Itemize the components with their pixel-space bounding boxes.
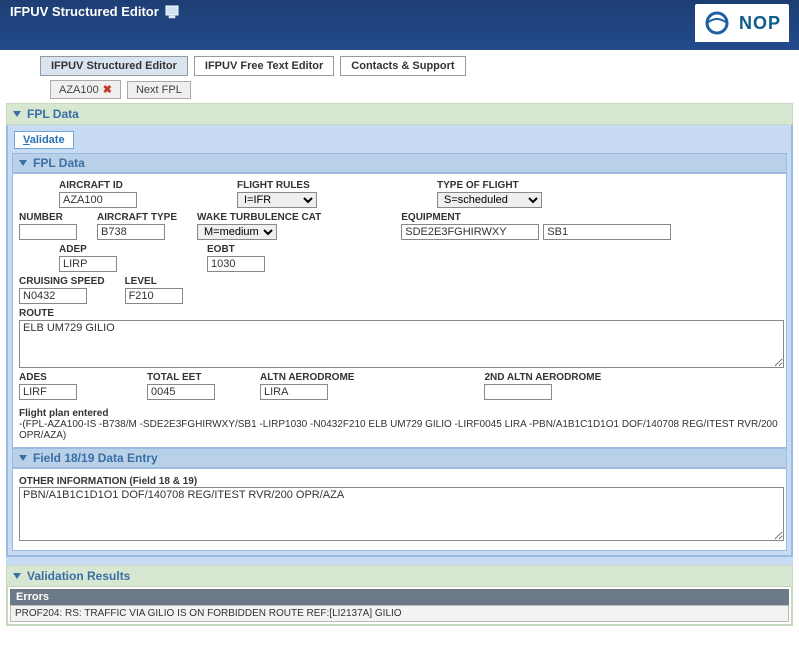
label-equipment: EQUIPMENT <box>401 212 671 223</box>
app-title: IFPUV Structured Editor <box>10 4 159 19</box>
input-total-eet[interactable] <box>147 384 215 400</box>
field-altn2: 2ND ALTN AERODROME <box>484 372 601 400</box>
brand-text: NOP <box>739 13 781 34</box>
error-row: PROF204: RS: TRAFFIC VIA GILIO IS ON FOR… <box>10 605 789 622</box>
field-ades: ADES <box>19 372 77 400</box>
close-icon[interactable]: ✖ <box>103 83 112 96</box>
input-number[interactable] <box>19 224 77 240</box>
input-equipment-b[interactable] <box>543 224 671 240</box>
tab-flightplan-aza100[interactable]: AZA100 ✖ <box>50 80 121 99</box>
label-ades: ADES <box>19 372 77 383</box>
input-altn2[interactable] <box>484 384 552 400</box>
validate-button[interactable]: Validate <box>14 131 74 149</box>
select-wake[interactable]: M=medium <box>197 224 277 240</box>
brand-logo-icon <box>703 9 731 37</box>
collapse-icon <box>13 111 21 117</box>
input-aircraft-type[interactable] <box>97 224 165 240</box>
collapse-icon <box>13 573 21 579</box>
label-adep: ADEP <box>59 244 117 255</box>
field-total-eet: TOTAL EET <box>147 372 215 400</box>
errors-header: Errors <box>10 589 789 605</box>
input-cruising-speed[interactable] <box>19 288 87 304</box>
tab-flightplan-label: AZA100 <box>59 84 99 96</box>
label-eobt: EOBT <box>207 244 265 255</box>
input-equipment-a[interactable] <box>401 224 539 240</box>
collapse-icon <box>19 160 27 166</box>
input-altn[interactable] <box>260 384 328 400</box>
validate-rest: alidate <box>30 134 65 146</box>
input-eobt[interactable] <box>207 256 265 272</box>
field18-body: OTHER INFORMATION (Field 18 & 19) <box>12 468 787 551</box>
section-title: FPL Data <box>27 107 79 121</box>
validation-header[interactable]: Validation Results <box>6 565 793 587</box>
primary-tab-row: IFPUV Structured Editor IFPUV Free Text … <box>0 50 799 78</box>
label-altn2: 2ND ALTN AERODROME <box>484 372 601 383</box>
flight-plan-entered-text: -(FPL-AZA100-IS -B738/M -SDE2E3FGHIRWXY/… <box>19 419 780 441</box>
field-flight-rules: FLIGHT RULES I=IFR <box>237 180 317 208</box>
field-equipment: EQUIPMENT <box>401 212 671 240</box>
fpl-data-form: AIRCRAFT ID FLIGHT RULES I=IFR TYPE OF F… <box>12 173 787 448</box>
input-level[interactable] <box>125 288 183 304</box>
label-route: ROUTE <box>19 308 780 319</box>
label-total-eet: TOTAL EET <box>147 372 215 383</box>
label-number: NUMBER <box>19 212 77 223</box>
label-cruising-speed: CRUISING SPEED <box>19 276 105 287</box>
label-type-of-flight: TYPE OF FLIGHT <box>437 180 542 191</box>
label-aircraft-id: AIRCRAFT ID <box>59 180 137 191</box>
tab-next-fpl[interactable]: Next FPL <box>127 81 191 99</box>
fpl-data-body: Validate FPL Data AIRCRAFT ID FLIGHT RUL… <box>6 125 793 557</box>
field-level: LEVEL <box>125 276 183 304</box>
input-ades[interactable] <box>19 384 77 400</box>
fpl-data-header[interactable]: FPL Data <box>6 103 793 125</box>
sub-title: FPL Data <box>33 156 85 170</box>
collapse-icon <box>19 455 27 461</box>
field-aircraft-type: AIRCRAFT TYPE <box>97 212 177 240</box>
field18-subheader[interactable]: Field 18/19 Data Entry <box>12 448 787 468</box>
field-aircraft-id: AIRCRAFT ID <box>59 180 137 208</box>
field-altn: ALTN AERODROME <box>260 372 354 400</box>
validation-body: Errors PROF204: RS: TRAFFIC VIA GILIO IS… <box>6 587 793 626</box>
validation-section: Validation Results Errors PROF204: RS: T… <box>6 565 793 626</box>
field-route: ROUTE <box>19 308 780 368</box>
label-flight-rules: FLIGHT RULES <box>237 180 317 191</box>
brand-area: NOP <box>695 4 789 42</box>
top-header-bar: IFPUV Structured Editor NOP <box>0 0 799 50</box>
label-wake: WAKE TURBULENCE CAT <box>197 212 321 223</box>
fpl-data-subheader[interactable]: FPL Data <box>12 153 787 173</box>
tab-free-text-editor[interactable]: IFPUV Free Text Editor <box>194 56 334 76</box>
label-other-info: OTHER INFORMATION (Field 18 & 19) <box>19 476 197 487</box>
field-cruising-speed: CRUISING SPEED <box>19 276 105 304</box>
tab-contacts-support[interactable]: Contacts & Support <box>340 56 465 76</box>
field-type-of-flight: TYPE OF FLIGHT S=scheduled <box>437 180 542 208</box>
section-gap <box>6 557 793 565</box>
input-adep[interactable] <box>59 256 117 272</box>
field18-title: Field 18/19 Data Entry <box>33 451 158 465</box>
label-level: LEVEL <box>125 276 183 287</box>
select-flight-rules[interactable]: I=IFR <box>237 192 317 208</box>
textarea-other-info[interactable] <box>19 487 784 541</box>
tab-structured-editor[interactable]: IFPUV Structured Editor <box>40 56 188 76</box>
monitor-icon <box>165 5 179 19</box>
textarea-route[interactable] <box>19 320 784 368</box>
fpl-data-section: FPL Data Validate FPL Data AIRCRAFT ID F… <box>6 103 793 557</box>
validation-title: Validation Results <box>27 569 130 583</box>
field-number: NUMBER <box>19 212 77 240</box>
field-wake: WAKE TURBULENCE CAT M=medium <box>197 212 321 240</box>
input-aircraft-id[interactable] <box>59 192 137 208</box>
secondary-tab-row: AZA100 ✖ Next FPL <box>0 78 799 103</box>
app-title-wrap: IFPUV Structured Editor <box>10 4 179 19</box>
label-aircraft-type: AIRCRAFT TYPE <box>97 212 177 223</box>
field-adep: ADEP <box>59 244 117 272</box>
label-altn: ALTN AERODROME <box>260 372 354 383</box>
select-type-of-flight[interactable]: S=scheduled <box>437 192 542 208</box>
field-eobt: EOBT <box>207 244 265 272</box>
flight-plan-entered-label: Flight plan entered <box>19 408 780 419</box>
